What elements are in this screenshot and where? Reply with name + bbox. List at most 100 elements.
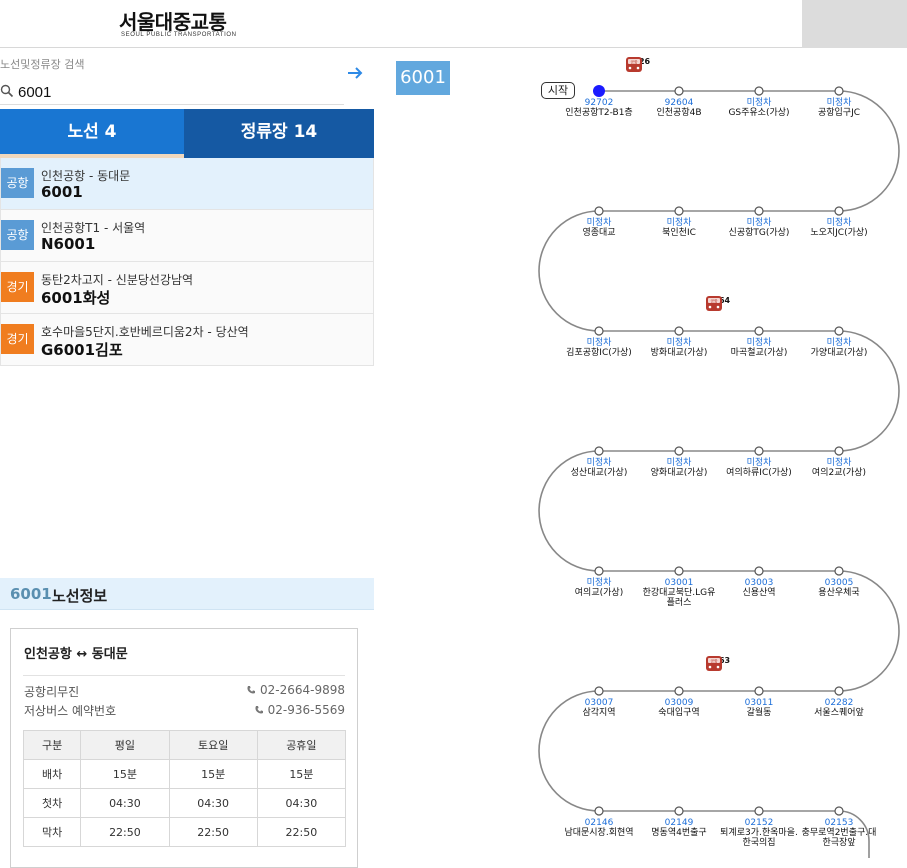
header-menu-area[interactable]	[802, 0, 907, 48]
stop-marker[interactable]	[674, 446, 684, 456]
bus-position-marker[interactable]: 공항2364	[705, 295, 733, 311]
stop-label[interactable]: 미정차 여의교(가상)	[559, 578, 639, 598]
stop-id: 미정차	[746, 98, 772, 108]
schedule-cell: 배차	[22, 759, 82, 789]
stop-label[interactable]: 03009 숙대입구역	[639, 698, 719, 718]
stop-marker[interactable]	[754, 206, 764, 216]
stop-label[interactable]: 02153 충무로역2번출구.대한극장앞	[799, 818, 879, 848]
stop-label[interactable]: 미정차 성산대교(가상)	[559, 458, 639, 478]
stop-label[interactable]: 03001 한강대교북단.LG유플러스	[639, 578, 719, 608]
stop-marker[interactable]	[594, 326, 604, 336]
stop-label[interactable]: 92604 인천공항4B	[639, 98, 719, 118]
stop-label[interactable]: 미정차 양화대교(가상)	[639, 458, 719, 478]
stop-marker[interactable]	[754, 686, 764, 696]
stop-label[interactable]: 03005 용산우체국	[799, 578, 879, 598]
route-list-item[interactable]: 경기 호수마을5단지.호반베르디움2차 - 당산역 G6001김포	[0, 314, 374, 366]
stop-label[interactable]: 미정차 여의2교(가상)	[799, 458, 879, 478]
stop-marker[interactable]	[674, 86, 684, 96]
reserve-phone[interactable]: 02-936-5569	[254, 703, 345, 717]
stop-marker[interactable]	[594, 446, 604, 456]
stop-marker[interactable]	[834, 566, 844, 576]
route-list-item[interactable]: 공항 인천공항 - 동대문 6001	[0, 158, 374, 210]
stop-name: 양화대교(가상)	[650, 468, 708, 478]
stop-label[interactable]: 미정차 영종대교	[559, 218, 639, 238]
stop-marker[interactable]	[834, 806, 844, 816]
stop-label[interactable]: 02282 서울스퀘어앞	[799, 698, 879, 718]
stop-label[interactable]: 03011 갈월동	[719, 698, 799, 718]
stop-label[interactable]: 미정차 노오지JC(가상)	[799, 218, 879, 238]
stop-marker[interactable]	[834, 446, 844, 456]
svg-text:공항: 공항	[630, 58, 638, 64]
stop-id: 02153	[824, 818, 854, 828]
route-number: 6001	[41, 183, 83, 201]
stop-name: 용산우체국	[818, 588, 860, 598]
stop-marker[interactable]	[674, 806, 684, 816]
bus-position-marker[interactable]: 공항2426	[625, 56, 653, 72]
tab-stops-label: 정류장	[240, 122, 288, 142]
bus-position-marker[interactable]: 공항2363	[705, 655, 733, 671]
stop-marker[interactable]	[674, 206, 684, 216]
search-bar	[0, 80, 344, 105]
search-input[interactable]	[18, 81, 338, 103]
stop-marker[interactable]	[674, 326, 684, 336]
schedule-header: 공휴일	[256, 730, 347, 760]
reserve-phone-number: 02-936-5569	[267, 703, 345, 717]
schedule-cell: 22:50	[256, 817, 347, 847]
route-terminals: 인천공항 ↔ 동대문	[24, 647, 128, 662]
stop-id: 02282	[824, 698, 854, 708]
schedule-row: 첫차 04:30 04:30 04:30	[22, 788, 347, 818]
route-list: 공항 인천공항 - 동대문 6001 공항 인천공항T1 - 서울역 N6001…	[0, 158, 374, 366]
tab-stops[interactable]: 정류장 14	[184, 109, 374, 158]
stop-label[interactable]: 03007 삼각지역	[559, 698, 639, 718]
stop-label[interactable]: 미정차 김포공항IC(가상)	[559, 338, 639, 358]
tab-stops-count: 14	[293, 122, 318, 142]
stop-label[interactable]: 02149 명동역4번출구	[639, 818, 719, 838]
stop-label[interactable]: 02152 퇴계로3가.한옥마을.한국의집	[719, 818, 799, 848]
stop-name: 방화대교(가상)	[650, 348, 708, 358]
stop-label[interactable]: 미정차 GS주유소(가상)	[719, 98, 799, 118]
stop-marker[interactable]	[594, 206, 604, 216]
stop-marker[interactable]	[594, 566, 604, 576]
stop-marker[interactable]	[834, 206, 844, 216]
stop-label[interactable]: 미정차 여의하류IC(가상)	[719, 458, 799, 478]
stop-name: 한강대교북단.LG유플러스	[642, 588, 716, 608]
result-tabs: 노선 4 정류장 14	[0, 109, 374, 158]
route-info-header: 6001 노선정보	[0, 578, 374, 610]
schedule-cell: 첫차	[22, 788, 82, 818]
route-description: 인천공항 - 동대문	[41, 169, 131, 183]
stop-marker[interactable]	[754, 326, 764, 336]
stop-marker[interactable]	[834, 686, 844, 696]
route-stop-map: 시작 92702 인천공항T2-B1층 92604 인천공항4B 미정차 GS주유소(가상…	[520, 50, 907, 858]
route-list-item[interactable]: 경기 동탄2차고지 - 신분당선강남역 6001화성	[0, 262, 374, 314]
search-submit-arrow-icon[interactable]	[346, 64, 364, 82]
stop-marker[interactable]	[834, 326, 844, 336]
stop-name: 서울스퀘어앞	[814, 708, 864, 718]
stop-id: 03009	[664, 698, 694, 708]
stop-label[interactable]: 미정차 공항입구JC	[799, 98, 879, 118]
stop-marker[interactable]	[674, 566, 684, 576]
stop-marker[interactable]	[594, 686, 604, 696]
stop-label[interactable]: 미정차 가양대교(가상)	[799, 338, 879, 358]
app-logo-title[interactable]: 서울대중교통	[119, 6, 227, 35]
stop-label[interactable]: 미정차 신공항TG(가상)	[719, 218, 799, 238]
stop-label[interactable]: 02146 남대문시장.회현역	[559, 818, 639, 838]
stop-label[interactable]: 92702 인천공항T2-B1층	[559, 98, 639, 118]
tab-routes[interactable]: 노선 4	[0, 109, 184, 158]
stop-marker[interactable]	[674, 686, 684, 696]
stop-marker[interactable]	[754, 86, 764, 96]
stop-marker[interactable]	[754, 566, 764, 576]
route-list-item[interactable]: 공항 인천공항T1 - 서울역 N6001	[0, 210, 374, 262]
stop-label[interactable]: 미정차 마곡철교(가상)	[719, 338, 799, 358]
stop-label[interactable]: 미정차 방화대교(가상)	[639, 338, 719, 358]
stop-label[interactable]: 03003 신용산역	[719, 578, 799, 598]
stop-marker[interactable]	[754, 446, 764, 456]
stop-marker[interactable]	[834, 86, 844, 96]
stop-label[interactable]: 미정차 북인천IC	[639, 218, 719, 238]
stop-marker[interactable]	[594, 806, 604, 816]
operator-phone[interactable]: 02-2664-9898	[246, 683, 345, 697]
schedule-header: 구분	[22, 730, 82, 760]
current-stop-marker[interactable]	[593, 85, 605, 97]
route-type-badge: 경기	[1, 272, 34, 302]
stop-marker[interactable]	[754, 806, 764, 816]
stop-id: 미정차	[586, 578, 612, 588]
